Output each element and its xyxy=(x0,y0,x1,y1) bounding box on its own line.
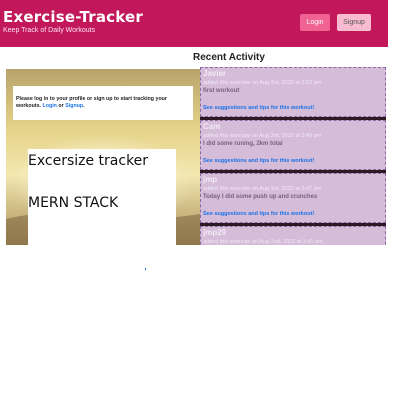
activity-card: Cam added this exercise on Aug 3rd, 2022… xyxy=(200,120,386,170)
notice-or-text: or xyxy=(58,103,64,109)
activity-date: added this exercise on Aug 2nd, 2022 at … xyxy=(203,239,323,245)
activity-text: first workout xyxy=(203,88,240,94)
activity-user: jmp29 xyxy=(203,228,227,237)
app-subtitle: Keep Track of Daily Workouts xyxy=(3,27,96,34)
hero-heading: Excersize tracker xyxy=(28,153,149,169)
signup-button[interactable]: Signup xyxy=(337,14,371,31)
activity-text: I did some runing, 2km total xyxy=(203,141,283,147)
notice-signup-link[interactable]: Signup xyxy=(65,103,83,109)
hero-section: Please log in to your profile or sign up… xyxy=(6,69,200,245)
activity-text: Today I did some push up and crunches xyxy=(203,194,318,200)
activity-date: added this exercise on Aug 3rd, 2022 at … xyxy=(203,133,322,139)
activity-user: Javier xyxy=(203,69,227,78)
hero-subheading: MERN STACK xyxy=(28,195,119,211)
recent-activity-title: Recent Activity xyxy=(193,52,265,63)
activity-user: Cam xyxy=(203,122,221,131)
activity-user: jmp xyxy=(203,175,218,184)
activity-date: added this exercise on Aug 3rd, 2022 at … xyxy=(203,80,322,86)
notice-text: Please log in to your profile or sign up… xyxy=(16,96,167,109)
tips-link[interactable]: See suggestions and tips for this workou… xyxy=(203,158,314,164)
app-title: Exercise-Tracker xyxy=(3,8,143,26)
activity-date: added this exercise on Aug 3rd, 2022 at … xyxy=(203,186,322,192)
tips-link[interactable]: See suggestions and tips for this workou… xyxy=(203,211,314,217)
divider-mark xyxy=(145,268,146,270)
activity-card: jmp added this exercise on Aug 3rd, 2022… xyxy=(200,173,386,223)
login-notice: Please log in to your profile or sign up… xyxy=(13,86,193,120)
notice-login-link[interactable]: Login xyxy=(43,103,57,109)
tips-link[interactable]: See suggestions and tips for this workou… xyxy=(203,105,314,111)
activity-card: jmp29 added this exercise on Aug 2nd, 20… xyxy=(200,226,386,245)
login-button[interactable]: Login xyxy=(300,14,330,31)
notice-end-text: . xyxy=(83,103,85,109)
activity-feed[interactable]: Javier added this exercise on Aug 3rd, 2… xyxy=(200,67,386,245)
hero-card: Excersize tracker MERN STACK xyxy=(28,149,176,245)
activity-card: Javier added this exercise on Aug 3rd, 2… xyxy=(200,67,386,117)
app-header: Exercise-Tracker Keep Track of Daily Wor… xyxy=(0,0,388,47)
